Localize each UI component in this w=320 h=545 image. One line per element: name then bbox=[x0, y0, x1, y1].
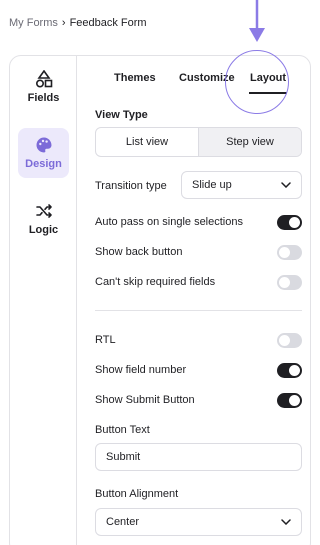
sidebar-item-logic[interactable]: Logic bbox=[18, 194, 69, 244]
toggle-label: Show back button bbox=[95, 246, 183, 258]
button-text-input[interactable] bbox=[95, 443, 302, 471]
breadcrumb: My Forms › Feedback Form bbox=[9, 17, 147, 29]
show-field-number-toggle[interactable] bbox=[277, 363, 302, 378]
button-alignment-select[interactable]: Center bbox=[95, 508, 302, 536]
sidebar-item-label: Design bbox=[25, 158, 62, 170]
sidebar-item-fields[interactable]: Fields bbox=[18, 62, 69, 112]
list-view-option[interactable]: List view bbox=[96, 128, 198, 156]
step-view-option[interactable]: Step view bbox=[198, 128, 301, 156]
tab-customize[interactable]: Customize bbox=[179, 72, 235, 84]
show-submit-button-toggle[interactable] bbox=[277, 393, 302, 408]
toggle-label: Can't skip required fields bbox=[95, 276, 216, 288]
layout-settings: Themes Customize Layout View Type List v… bbox=[77, 50, 310, 545]
transition-type-value: Slide up bbox=[192, 179, 232, 191]
section-divider bbox=[95, 310, 302, 311]
sidebar: Fields Design Logic bbox=[10, 56, 77, 545]
transition-type-label: Transition type bbox=[95, 180, 167, 192]
palette-icon bbox=[36, 137, 51, 153]
tab-layout[interactable]: Layout bbox=[250, 72, 286, 84]
sidebar-item-label: Fields bbox=[27, 92, 60, 104]
show-back-button-toggle[interactable] bbox=[277, 245, 302, 260]
active-tab-indicator bbox=[249, 92, 287, 94]
view-type-toggle: List view Step view bbox=[95, 127, 302, 157]
settings-panel: Fields Design Logic Themes Customize Lay… bbox=[9, 50, 311, 545]
button-alignment-value: Center bbox=[106, 516, 140, 528]
sidebar-item-label: Logic bbox=[28, 224, 59, 236]
shapes-icon bbox=[35, 70, 52, 88]
transition-type-select[interactable]: Slide up bbox=[181, 171, 302, 199]
chevron-down-icon bbox=[281, 519, 291, 525]
toggle-label: Show field number bbox=[95, 364, 187, 376]
breadcrumb-current: Feedback Form bbox=[69, 17, 147, 29]
breadcrumb-parent-link[interactable]: My Forms bbox=[9, 17, 58, 29]
button-alignment-label: Button Alignment bbox=[95, 488, 179, 500]
button-text-label: Button Text bbox=[95, 424, 150, 436]
cant-skip-required-toggle[interactable] bbox=[277, 275, 302, 290]
toggle-label: RTL bbox=[95, 334, 116, 346]
sidebar-item-design[interactable]: Design bbox=[18, 128, 69, 178]
toggle-label: Auto pass on single selections bbox=[95, 216, 243, 228]
rtl-toggle[interactable] bbox=[277, 333, 302, 348]
tab-themes[interactable]: Themes bbox=[114, 72, 156, 84]
shuffle-icon bbox=[35, 204, 52, 218]
auto-pass-toggle[interactable] bbox=[277, 215, 302, 230]
view-type-title: View Type bbox=[95, 109, 148, 121]
down-arrow-icon bbox=[249, 0, 265, 42]
chevron-down-icon bbox=[281, 182, 291, 188]
toggle-label: Show Submit Button bbox=[95, 394, 195, 406]
breadcrumb-separator: › bbox=[61, 17, 66, 29]
